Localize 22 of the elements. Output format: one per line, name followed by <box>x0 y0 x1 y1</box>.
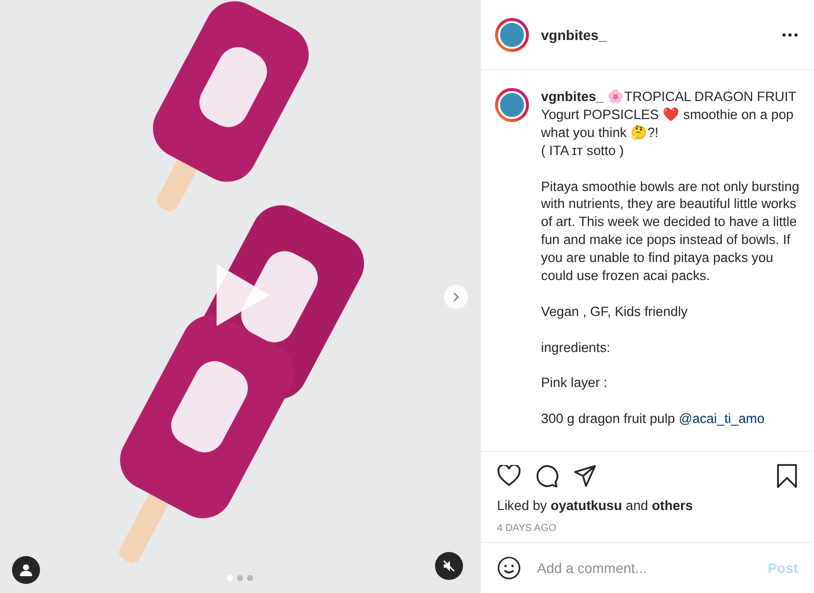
heart-icon[interactable] <box>497 465 521 487</box>
avatar-icon[interactable] <box>495 88 529 122</box>
chevron-right-icon <box>451 292 461 302</box>
more-options-icon[interactable] <box>782 32 798 36</box>
caption-text: Pink layer : <box>541 374 608 392</box>
bookmark-icon[interactable] <box>776 464 798 488</box>
caption-text: Pitaya smoothie bowls are not only bursting with nutrients, they are beautiful little works of art. This week we decided to have a little fun and make ice pops instead of bowls. If you are unable to find pitaya packs you could use frozen acai packs. <box>541 178 800 285</box>
caption-text: ingredients: <box>541 338 612 357</box>
share-icon[interactable] <box>573 464 597 488</box>
caption-text: 300 g dragon fruit pulp @acai_ti_amo <box>541 410 766 428</box>
username-link[interactable]: vgnbites_ <box>541 26 770 42</box>
emoji-icon[interactable] <box>497 556 521 580</box>
comment-field[interactable]: Add a comment... <box>535 559 754 577</box>
person-icon <box>19 563 33 577</box>
likes-text: Liked by oyatutkusu and others <box>497 498 694 513</box>
mention-link[interactable]: @acai_ti_amo <box>678 411 765 426</box>
caption-text: Vegan , GF, Kids friendly <box>541 302 689 321</box>
comment-icon[interactable] <box>535 464 559 488</box>
caption-text: vgnbites_ 🌸TROPICAL DRAGON FRUIT Yogurt POPSICLES ❤ smoothie on a pop what you think 🤔?! ( ITA ɪᴛ sotto ) <box>541 88 798 160</box>
muted-speaker-icon <box>442 559 456 573</box>
timestamp: 4 DAYS AGO <box>497 523 558 534</box>
avatar-icon[interactable] <box>495 18 529 52</box>
